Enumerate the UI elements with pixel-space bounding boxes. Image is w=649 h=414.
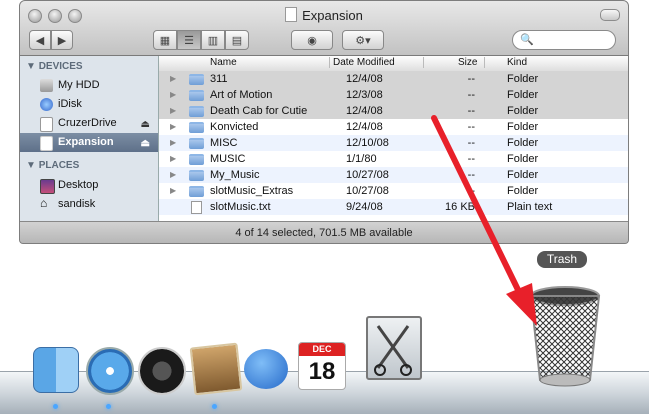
red-arrow-annotation [431, 115, 537, 326]
